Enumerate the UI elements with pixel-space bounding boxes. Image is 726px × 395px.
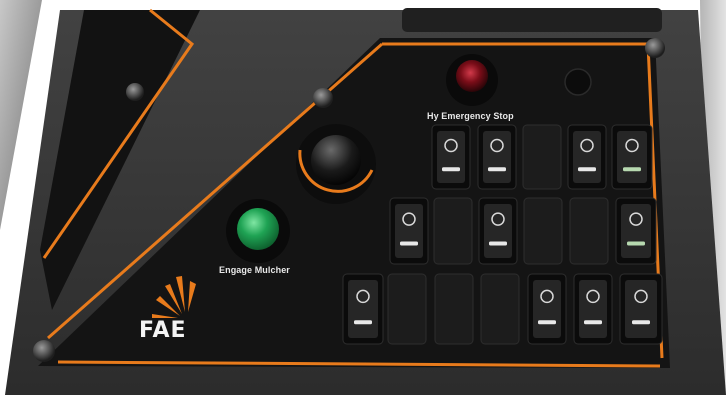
switch-indicator-strip	[442, 167, 460, 172]
rocker-paddle	[395, 204, 423, 258]
switch-indicator-strip	[400, 241, 418, 246]
switch-blank-plug	[387, 273, 427, 345]
switch-indicator-strip	[584, 320, 602, 325]
switch-indicator-strip	[578, 167, 596, 172]
bolt-icon	[33, 340, 55, 362]
rocker-paddle	[533, 280, 561, 338]
engage-mulcher-button[interactable]	[237, 208, 279, 250]
rocker-paddle	[348, 280, 378, 338]
rocker-switch[interactable]	[342, 273, 384, 345]
rocker-switch[interactable]	[431, 124, 471, 190]
rocker-switch[interactable]	[615, 197, 657, 265]
bolt-icon	[313, 88, 333, 108]
panel-artwork	[0, 0, 726, 395]
emergency-stop-label: Hy Emergency Stop	[427, 111, 514, 121]
switch-indicator-strip	[623, 167, 641, 172]
rocker-switch[interactable]	[619, 273, 663, 345]
switch-blank-plug	[433, 197, 473, 265]
rocker-paddle	[579, 280, 607, 338]
rocker-switch[interactable]	[389, 197, 429, 265]
control-panel-photo: Hy Emergency Stop Engage Mulcher FAE	[0, 0, 726, 395]
rocker-paddle	[625, 280, 657, 338]
switch-indicator-strip	[354, 320, 372, 325]
rocker-switch[interactable]	[611, 124, 653, 190]
engage-mulcher-label: Engage Mulcher	[219, 265, 290, 275]
switch-indicator-strip	[538, 320, 556, 325]
bolt-icon	[126, 83, 144, 101]
logo-text: FAE	[139, 318, 187, 343]
rocker-paddle	[484, 204, 512, 258]
switch-blank-plug	[434, 273, 474, 345]
switch-blank-plug	[523, 197, 563, 265]
rocker-switch[interactable]	[478, 197, 518, 265]
display-housing	[402, 8, 662, 32]
emergency-stop-button[interactable]	[456, 60, 488, 92]
switch-indicator-strip	[632, 320, 650, 325]
switch-indicator-strip	[627, 241, 645, 246]
rocker-switch[interactable]	[573, 273, 613, 345]
rocker-switch[interactable]	[567, 124, 607, 190]
switch-indicator-strip	[488, 167, 506, 172]
rocker-paddle	[621, 204, 651, 258]
rotary-knob[interactable]	[311, 135, 361, 185]
auxiliary-button[interactable]	[564, 68, 592, 96]
switch-indicator-strip	[489, 241, 507, 246]
rocker-switch[interactable]	[527, 273, 567, 345]
switch-blank-plug	[522, 124, 562, 190]
switch-blank-plug	[480, 273, 520, 345]
switch-blank-plug	[569, 197, 609, 265]
rocker-switch[interactable]	[477, 124, 517, 190]
bolt-icon	[645, 38, 665, 58]
